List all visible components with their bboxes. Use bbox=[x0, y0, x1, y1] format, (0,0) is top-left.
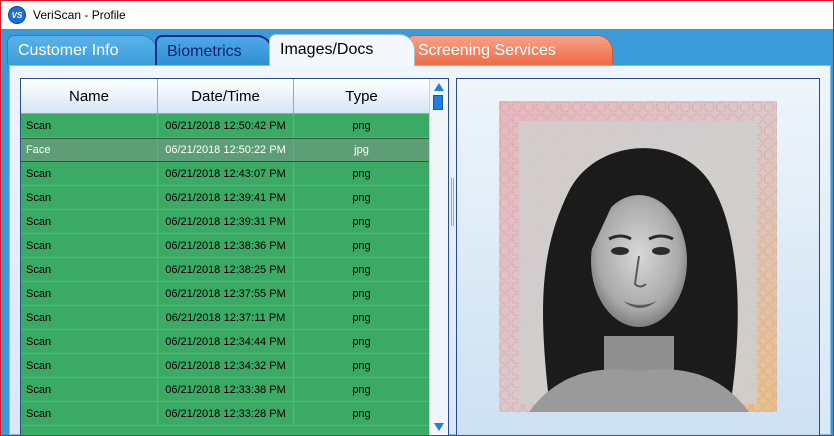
table-row[interactable]: Scan 06/21/2018 12:38:36 PM png bbox=[21, 234, 430, 258]
table-row[interactable]: Face 06/21/2018 12:50:22 PM jpg bbox=[21, 138, 430, 162]
table-row[interactable]: Scan 06/21/2018 12:43:07 PM png bbox=[21, 162, 430, 186]
tab-screening-services[interactable]: Screening Services bbox=[407, 35, 613, 65]
cell-type: png bbox=[294, 378, 430, 401]
cell-type: png bbox=[294, 282, 430, 305]
cell-datetime: 06/21/2018 12:33:28 PM bbox=[158, 402, 294, 425]
cell-name: Scan bbox=[21, 330, 158, 353]
cell-type: png bbox=[294, 306, 430, 329]
images-docs-panel: Name Date/Time Type Scan 06/21/2018 12:50… bbox=[9, 65, 831, 435]
table-row[interactable]: Scan 06/21/2018 12:34:44 PM png bbox=[21, 330, 430, 354]
cell-datetime: 06/21/2018 12:38:25 PM bbox=[158, 258, 294, 281]
cell-name: Scan bbox=[21, 306, 158, 329]
tab-biometrics[interactable]: Biometrics bbox=[155, 35, 273, 65]
cell-name: Scan bbox=[21, 114, 158, 137]
scroll-down-arrow-icon[interactable] bbox=[434, 423, 444, 431]
scroll-thumb[interactable] bbox=[433, 95, 443, 110]
cell-datetime: 06/21/2018 12:50:22 PM bbox=[158, 139, 294, 161]
cell-name: Scan bbox=[21, 402, 158, 425]
image-preview-pane bbox=[456, 78, 820, 435]
cell-type: png bbox=[294, 162, 430, 185]
client-area: Customer Info Biometrics Screening Servi… bbox=[1, 29, 833, 435]
cell-name: Scan bbox=[21, 234, 158, 257]
cell-type: png bbox=[294, 186, 430, 209]
veriscan-app-icon: VS bbox=[8, 6, 26, 24]
face-photo bbox=[499, 101, 777, 412]
cell-name: Scan bbox=[21, 282, 158, 305]
cell-name: Scan bbox=[21, 162, 158, 185]
grid-header: Name Date/Time Type bbox=[21, 79, 430, 114]
scroll-up-arrow-icon[interactable] bbox=[434, 83, 444, 91]
table-row[interactable]: Scan 06/21/2018 12:34:32 PM png bbox=[21, 354, 430, 378]
cell-type: png bbox=[294, 234, 430, 257]
column-header-name[interactable]: Name bbox=[21, 79, 158, 113]
cell-type: png bbox=[294, 114, 430, 137]
cell-name: Scan bbox=[21, 378, 158, 401]
tab-customer-info[interactable]: Customer Info bbox=[7, 35, 157, 65]
table-row[interactable]: Scan 06/21/2018 12:37:55 PM png bbox=[21, 282, 430, 306]
title-bar: VS VeriScan - Profile bbox=[1, 1, 833, 29]
cell-datetime: 06/21/2018 12:50:42 PM bbox=[158, 114, 294, 137]
table-row[interactable]: Scan 06/21/2018 12:38:25 PM png bbox=[21, 258, 430, 282]
face-photo-icon bbox=[499, 101, 777, 412]
grid-rows: Scan 06/21/2018 12:50:42 PM png Face 06/21/2… bbox=[21, 114, 430, 426]
table-row[interactable]: Scan 06/21/2018 12:50:42 PM png bbox=[21, 114, 430, 138]
splitter-handle[interactable] bbox=[451, 178, 454, 226]
tab-images-docs[interactable]: Images/Docs bbox=[269, 34, 415, 66]
cell-name: Scan bbox=[21, 258, 158, 281]
cell-type: png bbox=[294, 402, 430, 425]
cell-name: Scan bbox=[21, 210, 158, 233]
cell-name: Scan bbox=[21, 354, 158, 377]
cell-datetime: 06/21/2018 12:34:32 PM bbox=[158, 354, 294, 377]
cell-type: png bbox=[294, 330, 430, 353]
grid-vertical-scrollbar[interactable] bbox=[429, 79, 448, 435]
table-row[interactable]: Scan 06/21/2018 12:33:38 PM png bbox=[21, 378, 430, 402]
window-title: VeriScan - Profile bbox=[33, 8, 126, 22]
cell-datetime: 06/21/2018 12:33:38 PM bbox=[158, 378, 294, 401]
tab-strip: Customer Info Biometrics Screening Servi… bbox=[1, 29, 833, 66]
cell-type: png bbox=[294, 354, 430, 377]
cell-datetime: 06/21/2018 12:43:07 PM bbox=[158, 162, 294, 185]
table-row[interactable]: Scan 06/21/2018 12:33:28 PM png bbox=[21, 402, 430, 426]
cell-datetime: 06/21/2018 12:38:36 PM bbox=[158, 234, 294, 257]
cell-type: png bbox=[294, 210, 430, 233]
cell-datetime: 06/21/2018 12:39:31 PM bbox=[158, 210, 294, 233]
table-row[interactable]: Scan 06/21/2018 12:37:11 PM png bbox=[21, 306, 430, 330]
cell-name: Face bbox=[21, 139, 158, 161]
cell-datetime: 06/21/2018 12:39:41 PM bbox=[158, 186, 294, 209]
cell-type: jpg bbox=[294, 139, 430, 161]
table-row[interactable]: Scan 06/21/2018 12:39:41 PM png bbox=[21, 186, 430, 210]
column-header-type[interactable]: Type bbox=[294, 79, 430, 113]
cell-datetime: 06/21/2018 12:37:55 PM bbox=[158, 282, 294, 305]
cell-type: png bbox=[294, 258, 430, 281]
documents-grid: Name Date/Time Type Scan 06/21/2018 12:50… bbox=[20, 78, 449, 435]
column-header-datetime[interactable]: Date/Time bbox=[158, 79, 294, 113]
cell-name: Scan bbox=[21, 186, 158, 209]
cell-datetime: 06/21/2018 12:34:44 PM bbox=[158, 330, 294, 353]
table-row[interactable]: Scan 06/21/2018 12:39:31 PM png bbox=[21, 210, 430, 234]
cell-datetime: 06/21/2018 12:37:11 PM bbox=[158, 306, 294, 329]
app-window: VS VeriScan - Profile Customer Info Biom… bbox=[0, 0, 834, 436]
